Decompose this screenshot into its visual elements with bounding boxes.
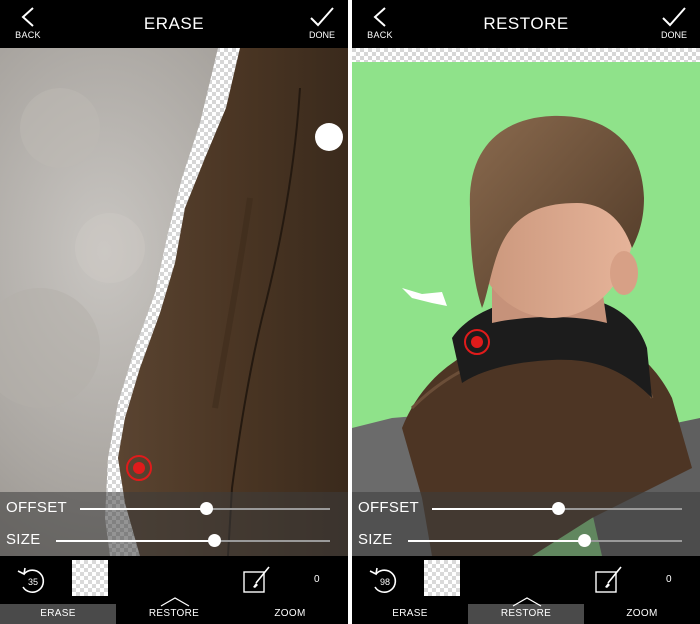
done-button[interactable]: DONE — [300, 4, 344, 44]
undo-button[interactable]: 98 — [368, 565, 400, 595]
restore-photo — [352, 48, 700, 556]
brush-icon — [243, 566, 270, 593]
offset-label: OFFSET — [6, 499, 67, 516]
undo-count: 35 — [28, 577, 39, 587]
undo-button[interactable]: 35 — [16, 565, 48, 595]
tab-restore[interactable]: RESTORE — [116, 604, 232, 624]
size-label: SIZE — [358, 531, 393, 548]
image-canvas[interactable] — [352, 48, 700, 556]
size-thumb[interactable] — [208, 534, 221, 547]
background-preview[interactable] — [424, 560, 460, 596]
counter-value: 0 — [314, 574, 320, 585]
size-thumb[interactable] — [578, 534, 591, 547]
background-preview[interactable] — [72, 560, 108, 596]
offset-thumb[interactable] — [552, 502, 565, 515]
slider-panel: OFFSET SIZE — [352, 492, 700, 556]
tab-bar: ERASE RESTORE ZOOM — [352, 597, 700, 624]
done-label: DONE — [660, 30, 687, 40]
offset-label: OFFSET — [358, 499, 419, 516]
top-bar: BACK RESTORE DONE — [352, 0, 700, 48]
brush-button[interactable] — [595, 566, 625, 594]
caret-up-icon — [160, 597, 190, 607]
offset-slider[interactable]: OFFSET — [0, 492, 348, 524]
brush-icon — [595, 566, 622, 593]
done-check-icon — [662, 7, 686, 27]
caret-up-icon — [512, 597, 542, 607]
page-title: RESTORE — [483, 14, 569, 33]
offset-thumb[interactable] — [200, 502, 213, 515]
done-label: DONE — [308, 30, 335, 40]
counter-value: 0 — [666, 574, 672, 585]
size-slider[interactable]: SIZE — [0, 524, 348, 556]
tab-bar: ERASE RESTORE ZOOM — [0, 597, 348, 624]
tab-restore[interactable]: RESTORE — [468, 604, 584, 624]
done-button[interactable]: DONE — [652, 4, 696, 44]
brush-cursor — [315, 123, 343, 151]
tab-zoom[interactable]: ZOOM — [232, 604, 348, 624]
tab-zoom[interactable]: ZOOM — [584, 604, 700, 624]
page-title: ERASE — [143, 14, 205, 33]
image-canvas[interactable] — [0, 48, 348, 556]
undo-count: 98 — [380, 577, 391, 587]
slider-panel: OFFSET SIZE — [0, 492, 348, 556]
offset-slider[interactable]: OFFSET — [352, 492, 700, 524]
erase-panel: BACK ERASE DONE OFFSET SIZE 35 0 ERASE R… — [0, 0, 348, 624]
erase-photo — [0, 48, 348, 556]
size-label: SIZE — [6, 531, 41, 548]
brush-button[interactable] — [243, 566, 273, 594]
done-check-icon — [310, 7, 334, 27]
size-slider[interactable]: SIZE — [352, 524, 700, 556]
tab-erase[interactable]: ERASE — [352, 604, 468, 624]
tab-erase[interactable]: ERASE — [0, 604, 116, 624]
restore-panel: BACK RESTORE DONE OFFSET SIZE 98 0 ERASE… — [352, 0, 700, 624]
top-bar: BACK ERASE DONE — [0, 0, 348, 48]
